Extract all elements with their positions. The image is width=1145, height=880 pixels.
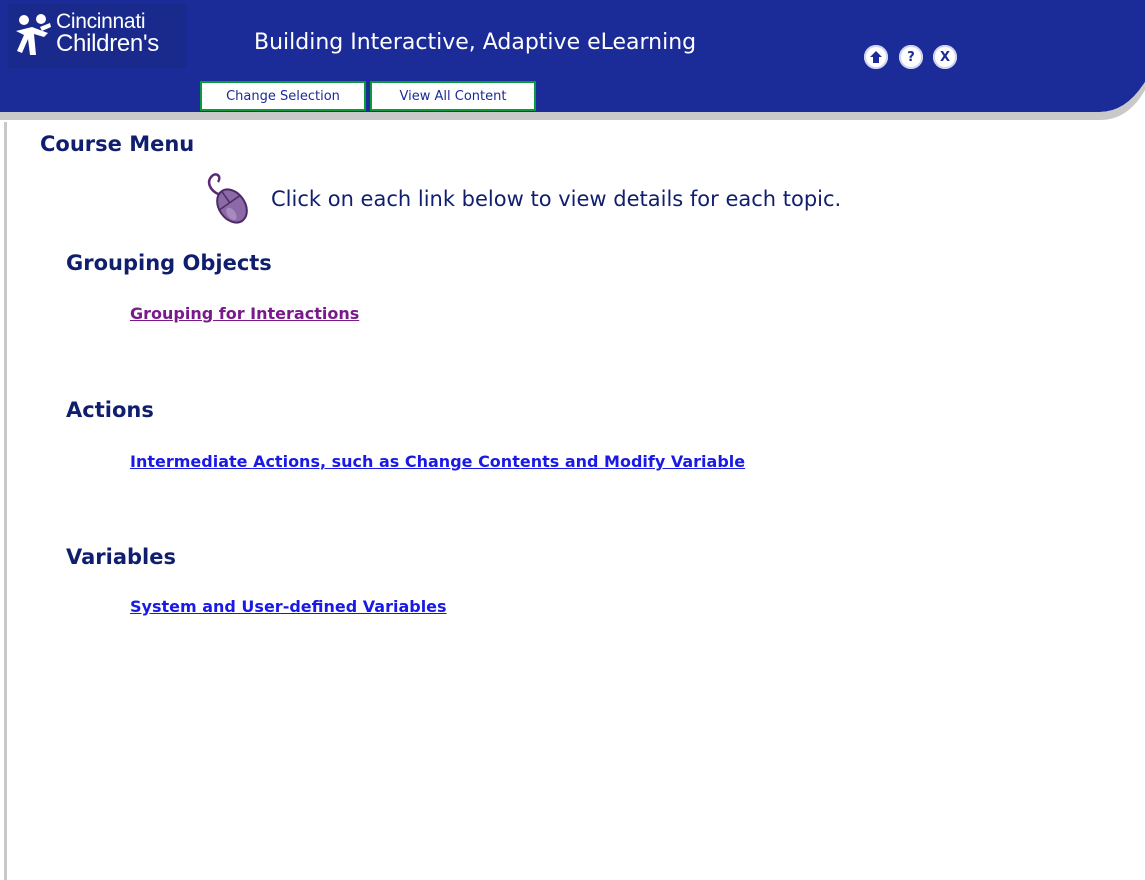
home-button[interactable] — [864, 45, 888, 69]
header-bar: Cincinnati Children's Building Interacti… — [0, 0, 1145, 120]
link-intermediate-actions[interactable]: Intermediate Actions, such as Change Con… — [130, 452, 745, 471]
section-heading-variables: Variables — [66, 545, 176, 569]
logo: Cincinnati Children's — [8, 4, 186, 68]
home-icon — [870, 51, 882, 63]
children-figures-icon — [16, 14, 51, 55]
view-all-content-button[interactable]: View All Content — [370, 81, 536, 111]
link-system-user-variables[interactable]: System and User-defined Variables — [130, 597, 447, 616]
mouse-icon — [207, 173, 248, 224]
help-button[interactable]: ? — [899, 45, 923, 69]
section-heading-grouping-objects: Grouping Objects — [66, 251, 272, 275]
content-left-border — [4, 122, 7, 880]
app-title: Building Interactive, Adaptive eLearning — [254, 30, 697, 55]
close-icon: X — [939, 49, 951, 65]
link-grouping-for-interactions[interactable]: Grouping for Interactions — [130, 304, 359, 323]
page-title: Course Menu — [40, 132, 195, 156]
section-heading-actions: Actions — [66, 398, 154, 422]
instruction-text: Click on each link below to view details… — [271, 187, 842, 211]
logo-text-line2: Children's — [56, 30, 159, 57]
help-icon: ? — [907, 49, 915, 65]
change-selection-button[interactable]: Change Selection — [200, 81, 366, 111]
close-button[interactable]: X — [933, 45, 957, 69]
